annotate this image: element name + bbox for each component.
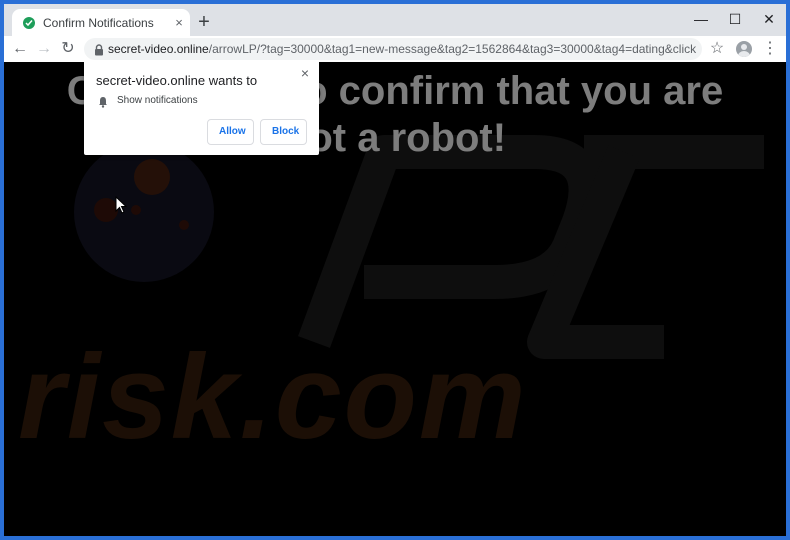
page-content: Click Allow to confirm that you are not …: [4, 62, 786, 536]
popup-close-icon[interactable]: ×: [298, 66, 312, 80]
block-button[interactable]: Block: [260, 119, 307, 145]
tab-title: Confirm Notifications: [43, 16, 154, 30]
address-bar[interactable]: secret-video.online/arrowLP/?tag=30000&t…: [84, 38, 702, 60]
lock-icon[interactable]: [94, 43, 104, 56]
minimize-button[interactable]: —: [686, 8, 716, 30]
check-circle-icon: [23, 17, 35, 29]
permission-label: Show notifications: [117, 95, 198, 106]
watermark-text: risk.com: [18, 330, 528, 464]
bookmark-star-icon[interactable]: ☆: [708, 39, 726, 59]
browser-menu-icon[interactable]: ⋮: [762, 39, 778, 59]
forward-button[interactable]: →: [34, 39, 54, 59]
url-text[interactable]: secret-video.online/arrowLP/?tag=30000&t…: [108, 42, 696, 56]
popup-title: secret-video.online wants to: [96, 73, 258, 88]
maximize-button[interactable]: ☐: [720, 8, 750, 30]
profile-avatar-icon[interactable]: [736, 41, 752, 57]
title-bar: Confirm Notifications × + — ☐ ✕: [4, 4, 786, 37]
browser-toolbar: ← → ↻ secret-video.online/arrowLP/?tag=3…: [4, 36, 786, 62]
back-button[interactable]: ←: [10, 39, 30, 59]
browser-window: Confirm Notifications × + — ☐ ✕ ← → ↻ se…: [4, 4, 786, 536]
url-host: secret-video.online: [108, 42, 209, 56]
mouse-cursor-icon: [115, 196, 127, 214]
new-tab-button[interactable]: +: [194, 12, 214, 33]
close-window-button[interactable]: ✕: [754, 8, 784, 30]
tab-confirm-notifications[interactable]: Confirm Notifications ×: [12, 9, 190, 37]
reload-button[interactable]: ↻: [58, 39, 78, 59]
allow-button[interactable]: Allow: [207, 119, 254, 145]
notification-permission-popup: secret-video.online wants to × Show noti…: [84, 62, 319, 155]
bell-icon: [98, 95, 108, 108]
tab-close-icon[interactable]: ×: [172, 16, 186, 30]
url-path: /arrowLP/?tag=30000&tag1=new-message&tag…: [208, 42, 696, 56]
